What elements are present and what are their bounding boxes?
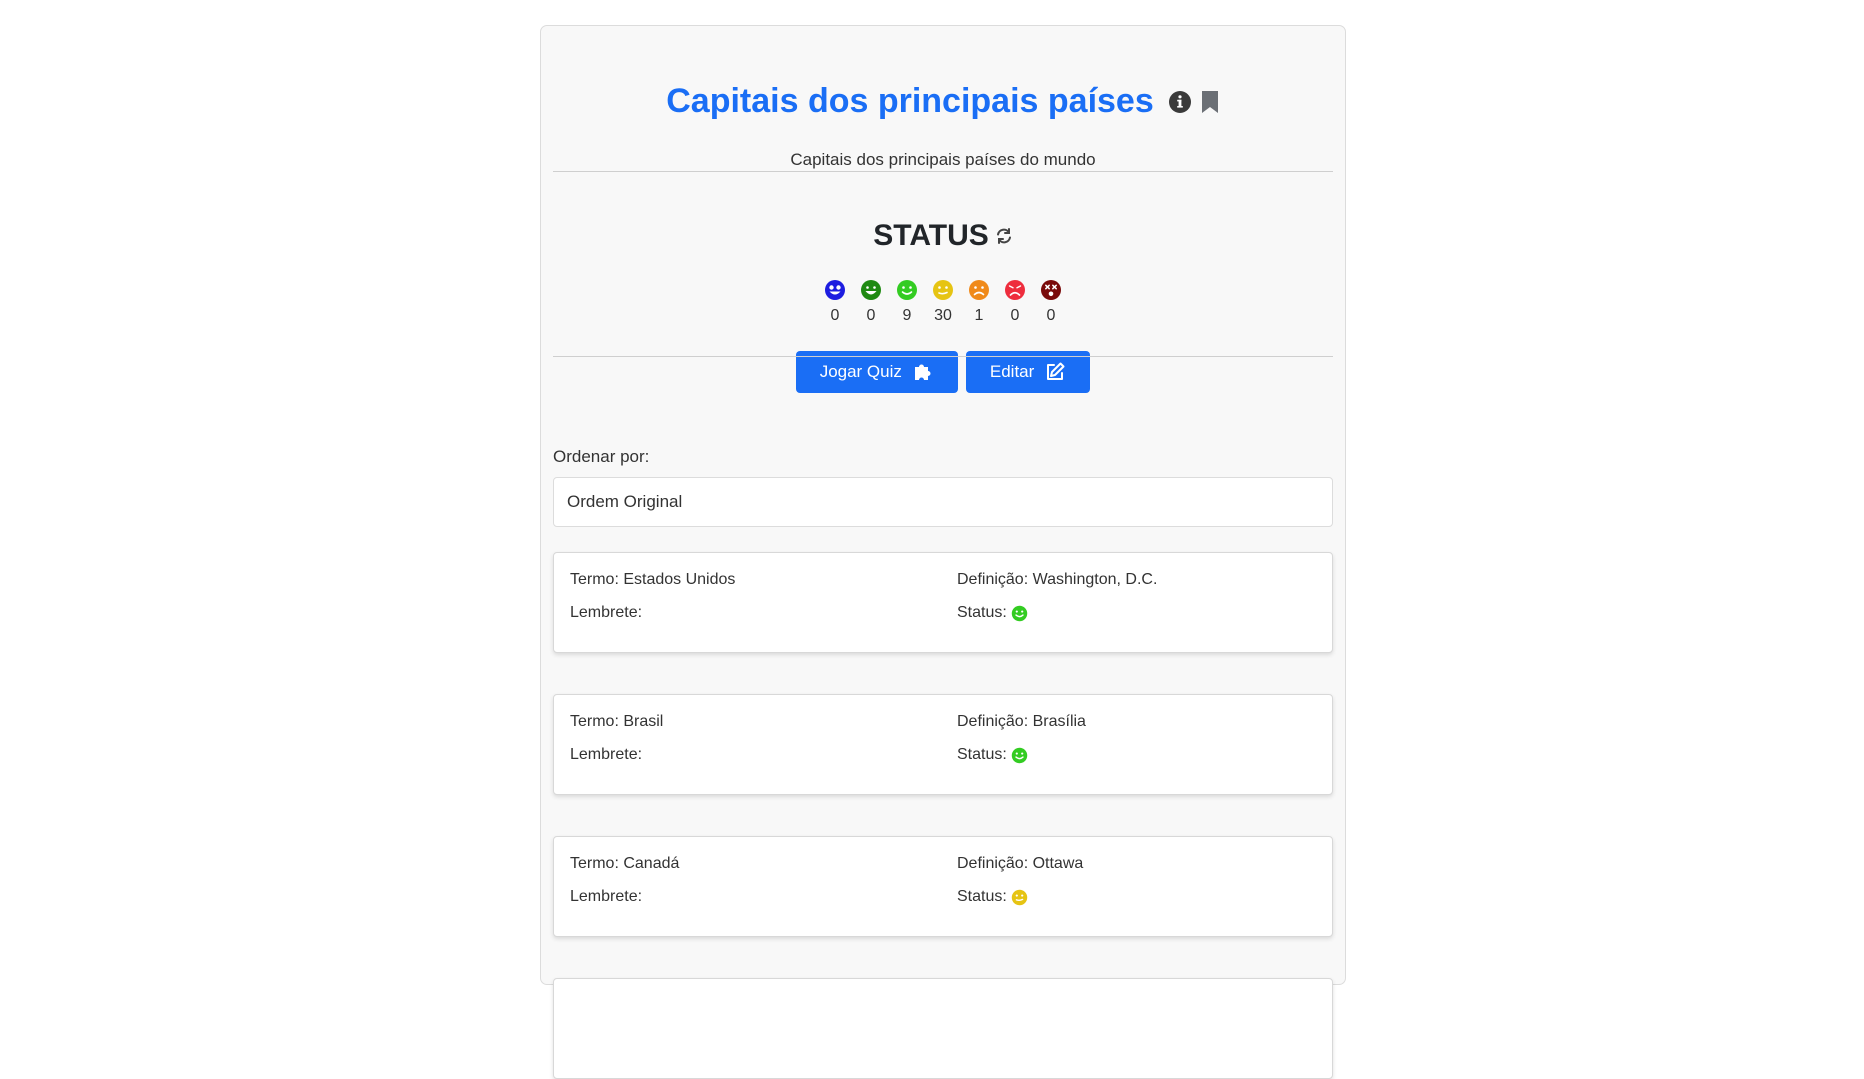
sort-select[interactable]: Ordem Original <box>553 477 1333 527</box>
reminder-label: Lembrete: <box>570 746 643 763</box>
status-label: Status: <box>957 604 1007 621</box>
reminder-label: Lembrete: <box>570 888 643 905</box>
edit-label: Editar <box>989 362 1035 381</box>
reminder-label: Lembrete: <box>570 604 643 621</box>
play-quiz-button[interactable]: Jogar Quiz <box>795 351 958 393</box>
term-label: Termo: Estados Unidos <box>570 571 736 588</box>
puzzle-icon <box>912 361 934 383</box>
pen-to-square-icon <box>1044 361 1066 383</box>
face-count: 30 <box>934 307 952 324</box>
status-label: Status: <box>957 746 1007 763</box>
term-label: Termo: Brasil <box>570 713 664 730</box>
status-heading: STATUS <box>541 219 1345 253</box>
term-card: Termo: Canadá Definição: Ottawa Lembrete… <box>553 836 1333 937</box>
grinning-star-eyes-face-icon <box>824 279 846 301</box>
sort-selected-value: Ordem Original <box>567 492 683 511</box>
sad-face-icon <box>1004 279 1026 301</box>
page-title: Capitais dos principais países <box>666 82 1154 120</box>
face-count: 0 <box>1046 307 1056 324</box>
edit-button[interactable]: Editar <box>965 351 1091 393</box>
frown-face-icon <box>968 279 990 301</box>
face-column: 30 <box>932 279 954 325</box>
face-column: 0 <box>860 279 882 325</box>
face-count: 0 <box>866 307 876 324</box>
divider <box>553 171 1333 172</box>
face-count: 1 <box>974 307 984 324</box>
neutral-face-icon <box>1011 889 1028 906</box>
status-faces: 0 0 9 30 1 0 0 <box>541 279 1345 325</box>
card-status: Status: <box>957 604 1028 622</box>
page-subtitle: Capitais dos principais países do mundo <box>790 150 1096 169</box>
info-icon[interactable] <box>1168 90 1192 114</box>
face-count: 0 <box>830 307 840 324</box>
term-label: Termo: Canadá <box>570 855 680 872</box>
sort-label: Ordenar por: <box>553 447 650 466</box>
term-card: Termo: Brasil Definição: Brasília Lembre… <box>553 694 1333 795</box>
face-column: 0 <box>824 279 846 325</box>
face-count: 9 <box>902 307 912 324</box>
definition-label: Definição: Brasília <box>957 713 1086 730</box>
deck-panel: Capitais dos principais países Capitais … <box>540 25 1346 1079</box>
face-column: 0 <box>1040 279 1062 325</box>
definition-label: Definição: Ottawa <box>957 855 1084 872</box>
face-column: 0 <box>1004 279 1026 325</box>
bookmark-icon[interactable] <box>1200 89 1220 115</box>
refresh-icon[interactable] <box>995 227 1013 245</box>
term-card <box>553 978 1333 1079</box>
card-status: Status: <box>957 746 1028 764</box>
definition-label: Definição: Washington, D.C. <box>957 571 1158 588</box>
neutral-face-icon <box>932 279 954 301</box>
dizzy-face-icon <box>1040 279 1062 301</box>
play-quiz-label: Jogar Quiz <box>819 362 902 381</box>
card-status: Status: <box>957 888 1028 906</box>
face-count: 0 <box>1010 307 1020 324</box>
big-grin-face-icon <box>860 279 882 301</box>
smile-face-icon <box>1011 747 1028 764</box>
term-card: Termo: Estados Unidos Definição: Washing… <box>553 552 1333 653</box>
status-label: Status: <box>957 888 1007 905</box>
smile-face-icon <box>1011 605 1028 622</box>
title-row: Capitais dos principais países <box>541 82 1345 121</box>
status-title: STATUS <box>873 219 989 252</box>
divider <box>553 356 1333 357</box>
smile-face-icon <box>896 279 918 301</box>
face-column: 1 <box>968 279 990 325</box>
face-column: 9 <box>896 279 918 325</box>
action-buttons: Jogar Quiz Editar <box>541 351 1345 393</box>
